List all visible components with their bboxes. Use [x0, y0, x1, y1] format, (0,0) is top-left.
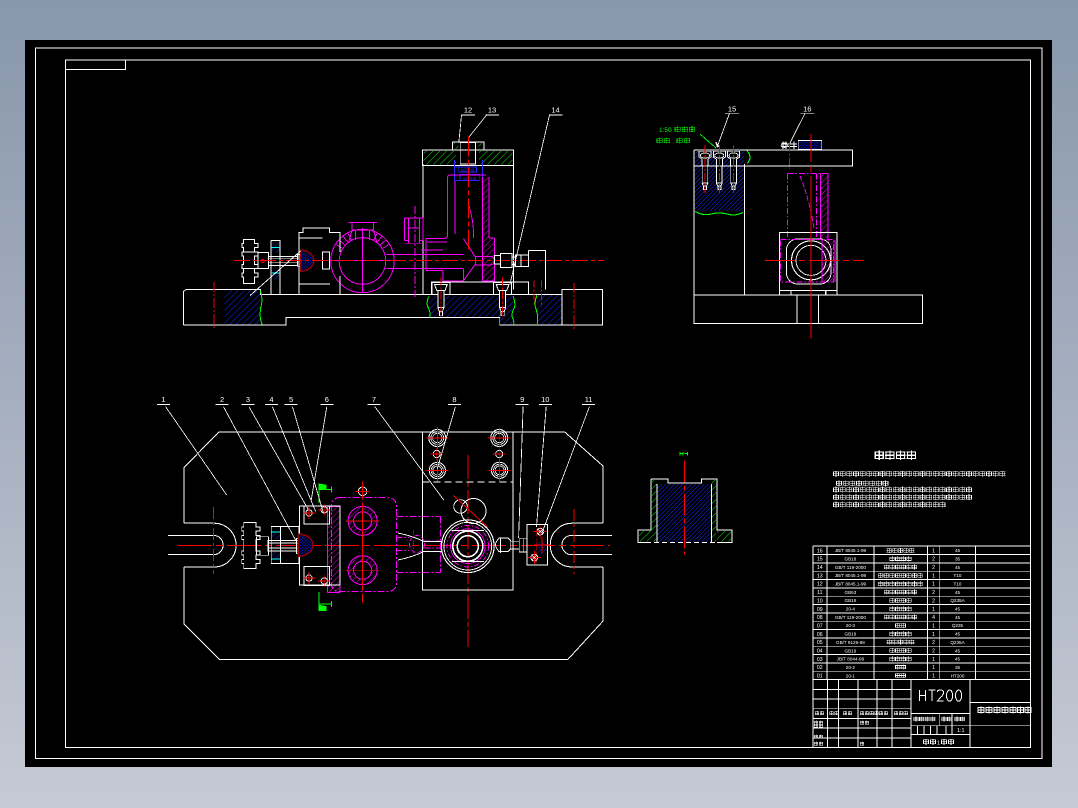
svg-text:T10: T10	[954, 573, 962, 578]
svg-text:GB19: GB19	[845, 648, 857, 653]
svg-text:1:50: 1:50	[659, 127, 672, 134]
svg-text:04: 04	[817, 648, 823, 654]
svg-text:GB/T 119-2000: GB/T 119-2000	[835, 565, 866, 570]
svg-text:02: 02	[817, 665, 823, 671]
svg-text:12: 12	[464, 106, 472, 115]
svg-text:2: 2	[220, 395, 224, 404]
svg-text:08: 08	[817, 615, 823, 621]
svg-text:07: 07	[817, 623, 823, 629]
svg-text:7: 7	[372, 395, 376, 404]
svg-text:45: 45	[955, 657, 961, 662]
svg-text:45: 45	[955, 615, 961, 620]
svg-text:6: 6	[325, 395, 329, 404]
svg-text:11: 11	[817, 590, 822, 596]
svg-text:4: 4	[269, 395, 273, 404]
svg-text:45: 45	[955, 590, 961, 595]
svg-text:Q235A: Q235A	[950, 640, 965, 645]
svg-text:JB/T 8045.1-99: JB/T 8045.1-99	[835, 582, 867, 587]
svg-text:09: 09	[817, 607, 823, 613]
svg-text:GB19: GB19	[845, 632, 857, 637]
svg-text:10: 10	[541, 395, 549, 404]
svg-text:20-4: 20-4	[846, 607, 856, 612]
svg-text:13: 13	[488, 106, 496, 115]
svg-text:GB18: GB18	[845, 557, 857, 562]
svg-text:13: 13	[817, 573, 823, 579]
svg-text:GB53: GB53	[845, 590, 857, 595]
svg-text:14: 14	[551, 106, 559, 115]
svg-text:T10: T10	[954, 582, 962, 587]
svg-text:1:1: 1:1	[957, 728, 965, 734]
svg-text:10: 10	[817, 598, 823, 604]
svg-text:1: 1	[932, 582, 935, 588]
svg-text:2: 2	[932, 648, 935, 654]
svg-text:4: 4	[932, 615, 935, 621]
svg-text:2: 2	[932, 598, 935, 604]
svg-text:45: 45	[955, 548, 961, 553]
svg-text:45: 45	[955, 565, 961, 570]
svg-text:1: 1	[932, 632, 935, 638]
svg-text:2: 2	[932, 557, 935, 563]
svg-text:1: 1	[937, 740, 940, 746]
svg-text:20-1: 20-1	[846, 673, 856, 678]
svg-text:20-2: 20-2	[846, 665, 856, 670]
svg-text:12: 12	[817, 582, 823, 588]
svg-text:14: 14	[817, 565, 823, 571]
svg-text:05: 05	[817, 640, 823, 646]
svg-text:8: 8	[452, 395, 456, 404]
svg-text:1: 1	[932, 607, 935, 613]
svg-text:1: 1	[161, 395, 165, 404]
svg-text:1: 1	[932, 573, 935, 579]
svg-text:16: 16	[803, 105, 811, 114]
svg-text:5: 5	[289, 395, 293, 404]
svg-text:35: 35	[955, 557, 961, 562]
svg-text:06: 06	[817, 632, 823, 638]
svg-text:45: 45	[955, 648, 961, 653]
svg-text:2: 2	[932, 590, 935, 596]
svg-text:HT200: HT200	[951, 673, 965, 678]
svg-text:JB/T 8045.1-99: JB/T 8045.1-99	[835, 573, 867, 578]
svg-text:16: 16	[817, 548, 823, 554]
svg-text:11: 11	[585, 395, 593, 404]
svg-text:1: 1	[932, 548, 935, 554]
svg-text:JB/T 8044-99: JB/T 8044-99	[837, 657, 865, 662]
svg-text:JB/T 8045.1-99: JB/T 8045.1-99	[835, 548, 867, 553]
svg-text:1: 1	[932, 623, 935, 629]
svg-text:01: 01	[817, 673, 823, 679]
svg-text:03: 03	[817, 657, 823, 663]
svg-text:2: 2	[932, 565, 935, 571]
svg-text:1: 1	[932, 673, 935, 679]
svg-text:35: 35	[955, 665, 961, 670]
svg-text:GB19: GB19	[845, 598, 857, 603]
svg-text:φ30H6: φ30H6	[463, 176, 477, 181]
svg-text:45: 45	[955, 632, 961, 637]
svg-text:φ20H6: φ20H6	[461, 168, 475, 173]
svg-text:9: 9	[520, 395, 524, 404]
svg-text:3: 3	[246, 395, 250, 404]
svg-text:Q235: Q235	[952, 623, 964, 628]
svg-text:15: 15	[817, 557, 823, 563]
svg-text:1: 1	[932, 657, 935, 663]
svg-text:45: 45	[955, 607, 961, 612]
svg-text:2: 2	[932, 640, 935, 646]
svg-text:Q235A: Q235A	[950, 598, 965, 603]
svg-text:GB/T 9126-88: GB/T 9126-88	[836, 640, 865, 645]
svg-text:1: 1	[932, 665, 935, 671]
svg-text:20-3: 20-3	[846, 623, 856, 628]
svg-text:GB/T 119-2000: GB/T 119-2000	[835, 615, 866, 620]
svg-text:15: 15	[728, 105, 736, 114]
